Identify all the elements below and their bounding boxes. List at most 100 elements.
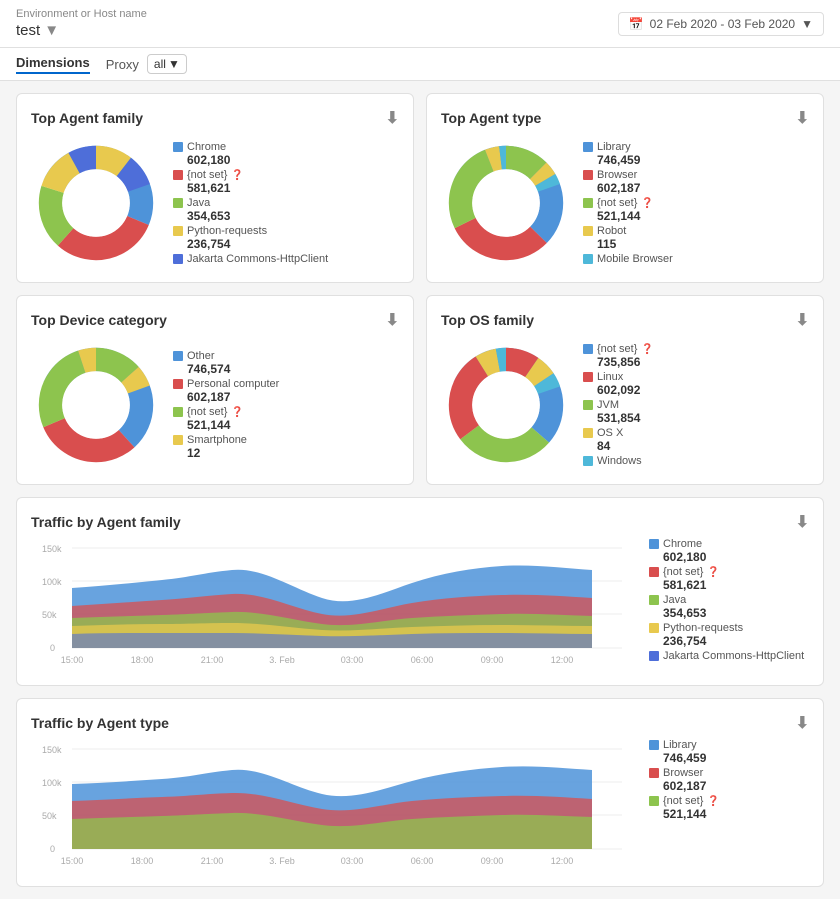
traffic-agent-family-download[interactable]: ⬇ xyxy=(796,512,809,532)
dimensions-tab[interactable]: Dimensions xyxy=(16,55,90,74)
agent-type-legend: Library 746,459 Browser 602,187 xyxy=(583,141,809,265)
legend-item-other: Other 746,574 xyxy=(173,350,399,376)
env-arrow: ▼ xyxy=(44,22,59,39)
svg-text:150k: 150k xyxy=(42,745,62,755)
svg-text:50k: 50k xyxy=(42,811,57,821)
device-category-donut xyxy=(31,340,161,470)
jvm-dot xyxy=(583,400,593,410)
taf-notset-dot xyxy=(649,567,659,577)
traffic-agent-type-download[interactable]: ⬇ xyxy=(796,713,809,733)
legend-item-java: Java 354,653 xyxy=(173,197,399,223)
agent-family-title: Top Agent family ⬇ xyxy=(31,108,399,128)
svg-text:0: 0 xyxy=(50,844,55,854)
svg-text:21:00: 21:00 xyxy=(201,655,224,665)
traffic-agent-type-card: Traffic by Agent type ⬇ 150k 100k 50k 0 xyxy=(16,698,824,887)
os-family-svg xyxy=(441,340,571,470)
traffic-agent-type-section: 150k 100k 50k 0 15:00 18:00 21:00 3. Feb xyxy=(31,739,809,872)
legend-item-python: Python-requests 236,754 xyxy=(173,225,399,251)
tat-notset: {not set} ❓ 521,144 xyxy=(649,795,809,821)
library-dot xyxy=(583,142,593,152)
info-icon4: ❓ xyxy=(641,344,653,355)
browser-dot xyxy=(583,170,593,180)
traffic-agent-family-chart: 150k 100k 50k 0 15:00 xyxy=(31,538,633,668)
legend-item-mobile-browser: Mobile Browser xyxy=(583,253,809,265)
other-dot xyxy=(173,351,183,361)
legend-item-robot: Robot 115 xyxy=(583,225,809,251)
notset3-dot xyxy=(173,407,183,417)
legend-item-library: Library 746,459 xyxy=(583,141,809,167)
svg-text:12:00: 12:00 xyxy=(551,655,574,665)
java-dot xyxy=(173,198,183,208)
legend-item-notset4: {not set} ❓ 735,856 xyxy=(583,343,809,369)
svg-text:09:00: 09:00 xyxy=(481,856,504,866)
os-family-title: Top OS family ⬇ xyxy=(441,310,809,330)
main-content: Top Agent family ⬇ xyxy=(0,81,840,899)
env-value: test xyxy=(16,22,40,39)
device-category-legend: Other 746,574 Personal computer 602,187 xyxy=(173,350,399,460)
svg-text:06:00: 06:00 xyxy=(411,856,434,866)
agent-type-download[interactable]: ⬇ xyxy=(796,108,809,128)
traffic-agent-family-card: Traffic by Agent family ⬇ 150k 100k 50k … xyxy=(16,497,824,686)
device-category-card: Top Device category ⬇ xyxy=(16,295,414,485)
all-select[interactable]: all ▼ xyxy=(147,54,187,74)
smartphone-dot xyxy=(173,435,183,445)
traffic-agent-family-legend: Chrome 602,180 {not set} ❓ 581,621 Jav xyxy=(649,538,809,662)
date-range[interactable]: 📅 02 Feb 2020 - 03 Feb 2020 ▼ xyxy=(618,12,824,36)
svg-text:100k: 100k xyxy=(42,577,62,587)
device-category-download[interactable]: ⬇ xyxy=(386,310,399,330)
notset-dot xyxy=(173,170,183,180)
svg-text:18:00: 18:00 xyxy=(131,856,154,866)
legend-item-notset: {not set} ❓ 581,621 xyxy=(173,169,399,195)
top-bar: Environment or Host name test ▼ 📅 02 Feb… xyxy=(0,0,840,48)
date-arrow: ▼ xyxy=(801,17,813,31)
svg-text:18:00: 18:00 xyxy=(131,655,154,665)
date-range-text: 02 Feb 2020 - 03 Feb 2020 xyxy=(650,17,795,31)
svg-text:3. Feb: 3. Feb xyxy=(269,856,295,866)
svg-text:100k: 100k xyxy=(42,778,62,788)
legend-item-jvm: JVM 531,854 xyxy=(583,399,809,425)
env-section: Environment or Host name test ▼ xyxy=(16,8,147,39)
agent-family-svg xyxy=(31,138,161,268)
tat-library-dot xyxy=(649,740,659,750)
traffic-agent-type-chart-wrap: 150k 100k 50k 0 15:00 18:00 21:00 3. Feb xyxy=(31,739,633,872)
tat-browser: Browser 602,187 xyxy=(649,767,809,793)
charts-row-1: Top Agent family ⬇ xyxy=(16,93,824,283)
device-category-donut-section: Other 746,574 Personal computer 602,187 xyxy=(31,340,399,470)
agent-family-donut xyxy=(31,138,161,268)
info-icon2: ❓ xyxy=(641,198,653,209)
agent-type-donut-section: Library 746,459 Browser 602,187 xyxy=(441,138,809,268)
tat-notset-dot xyxy=(649,796,659,806)
legend-item-notset2: {not set} ❓ 521,144 xyxy=(583,197,809,223)
os-family-legend: {not set} ❓ 735,856 Linux 602,092 xyxy=(583,343,809,467)
agent-type-donut xyxy=(441,138,571,268)
traffic-agent-family-section: 150k 100k 50k 0 15:00 xyxy=(31,538,809,671)
tat-browser-dot xyxy=(649,768,659,778)
tat-info-icon: ❓ xyxy=(707,796,719,807)
taf-java: Java 354,653 xyxy=(649,594,809,620)
tat-library: Library 746,459 xyxy=(649,739,809,765)
svg-text:12:00: 12:00 xyxy=(551,856,574,866)
env-select[interactable]: test ▼ xyxy=(16,22,147,39)
legend-item-windows: Windows xyxy=(583,455,809,467)
env-label: Environment or Host name xyxy=(16,8,147,20)
windows-dot xyxy=(583,456,593,466)
legend-item-linux: Linux 602,092 xyxy=(583,371,809,397)
proxy-label: Proxy xyxy=(106,57,139,72)
agent-family-download[interactable]: ⬇ xyxy=(386,108,399,128)
taf-java-dot xyxy=(649,595,659,605)
osx-dot xyxy=(583,428,593,438)
svg-text:09:00: 09:00 xyxy=(481,655,504,665)
taf-jakarta: Jakarta Commons-HttpClient xyxy=(649,650,809,662)
mobile-browser-dot xyxy=(583,254,593,264)
traffic-agent-type-chart: 150k 100k 50k 0 15:00 18:00 21:00 3. Feb xyxy=(31,739,633,869)
legend-item-pc: Personal computer 602,187 xyxy=(173,378,399,404)
legend-item-smartphone: Smartphone 12 xyxy=(173,434,399,460)
taf-info-icon: ❓ xyxy=(707,567,719,578)
os-family-download[interactable]: ⬇ xyxy=(796,310,809,330)
taf-chrome: Chrome 602,180 xyxy=(649,538,809,564)
svg-text:0: 0 xyxy=(50,643,55,653)
taf-python-dot xyxy=(649,623,659,633)
traffic-agent-type-title: Traffic by Agent type ⬇ xyxy=(31,713,809,733)
os-family-donut-section: {not set} ❓ 735,856 Linux 602,092 xyxy=(441,340,809,470)
legend-item-osx: OS X 84 xyxy=(583,427,809,453)
